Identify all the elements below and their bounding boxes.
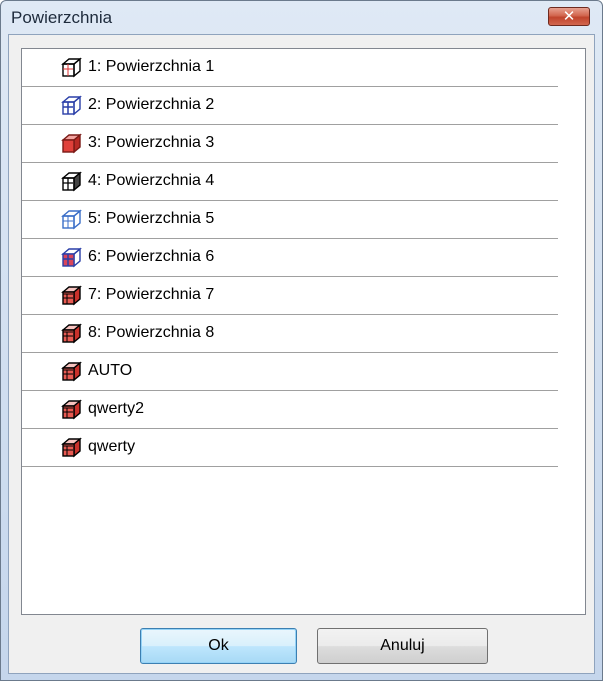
red-cube-icon bbox=[60, 323, 82, 345]
red-cube-icon bbox=[60, 437, 82, 459]
wireframe-cube-blue-icon bbox=[60, 95, 82, 117]
list-item-label: qwerty2 bbox=[88, 400, 145, 417]
list-item[interactable]: 3: Powierzchnia 3 bbox=[22, 125, 558, 163]
list-item[interactable]: AUTO bbox=[22, 353, 558, 391]
cancel-button[interactable]: Anuluj bbox=[317, 628, 488, 664]
list-item[interactable]: 8: Powierzchnia 8 bbox=[22, 315, 558, 353]
red-cube-icon bbox=[60, 399, 82, 421]
close-icon: ✕ bbox=[562, 7, 576, 25]
list-item-label: qwerty bbox=[88, 438, 136, 455]
list-item[interactable]: 4: Powierzchnia 4 bbox=[22, 163, 558, 201]
list-item-label: 7: Powierzchnia 7 bbox=[88, 286, 215, 303]
dialog-window: Powierzchnia ✕ 1: Powierzchnia 1 2: Powie… bbox=[0, 0, 603, 681]
list-item[interactable]: qwerty bbox=[22, 429, 558, 467]
red-cube-icon bbox=[60, 361, 82, 383]
wireframe-cube-icon bbox=[60, 209, 82, 231]
list-item-label: 2: Powierzchnia 2 bbox=[88, 96, 215, 113]
list-item[interactable]: 2: Powierzchnia 2 bbox=[22, 87, 558, 125]
title-bar[interactable]: Powierzchnia ✕ bbox=[1, 1, 602, 34]
list-item-label: 1: Powierzchnia 1 bbox=[88, 58, 215, 75]
list-item[interactable]: qwerty2 bbox=[22, 391, 558, 429]
list-item-label: 8: Powierzchnia 8 bbox=[88, 324, 215, 341]
list-item[interactable]: 6: Powierzchnia 6 bbox=[22, 239, 558, 277]
list-item-label: 4: Powierzchnia 4 bbox=[88, 172, 215, 189]
window-title: Powierzchnia bbox=[11, 8, 113, 27]
list-item[interactable]: 7: Powierzchnia 7 bbox=[22, 277, 558, 315]
red-cube-icon bbox=[60, 285, 82, 307]
wireframe-cube-icon bbox=[60, 57, 82, 79]
list-item-label: 3: Powierzchnia 3 bbox=[88, 134, 215, 151]
ok-button[interactable]: Ok bbox=[140, 628, 297, 664]
list-item-label: 5: Powierzchnia 5 bbox=[88, 210, 215, 227]
close-button[interactable]: ✕ bbox=[548, 7, 590, 26]
solid-red-cube-icon bbox=[60, 133, 82, 155]
wireframe-cube-blue-icon bbox=[60, 247, 82, 269]
list-item-label: AUTO bbox=[88, 362, 133, 379]
list-item[interactable]: 5: Powierzchnia 5 bbox=[22, 201, 558, 239]
surface-list[interactable]: 1: Powierzchnia 1 2: Powierzchnia 2 3: Pow… bbox=[21, 48, 586, 615]
list-item[interactable]: 1: Powierzchnia 1 bbox=[22, 49, 558, 87]
hatched-cube-icon bbox=[60, 171, 82, 193]
dialog-body: 1: Powierzchnia 1 2: Powierzchnia 2 3: Pow… bbox=[8, 34, 595, 674]
list-item-label: 6: Powierzchnia 6 bbox=[88, 248, 215, 265]
